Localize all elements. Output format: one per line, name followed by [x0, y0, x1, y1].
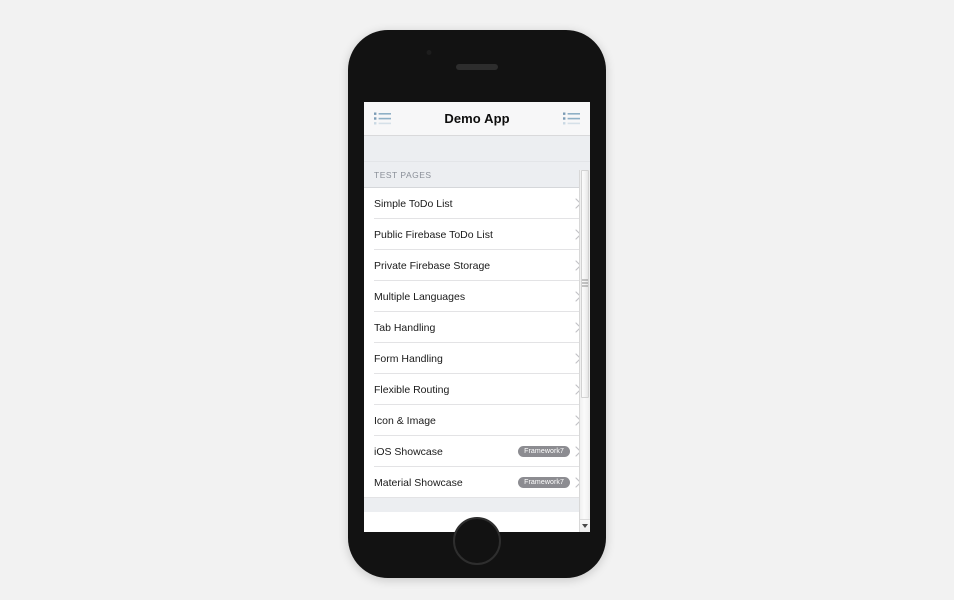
- list-item[interactable]: Material Showcase Framework7: [364, 467, 590, 498]
- list-item[interactable]: Simple ToDo List: [364, 188, 590, 219]
- page-content: TEST PAGES Simple ToDo List Public Fireba…: [364, 136, 590, 532]
- speaker-grill-icon: [456, 64, 498, 70]
- status-badge: Framework7: [518, 445, 570, 458]
- list-item[interactable]: Private Firebase Storage: [364, 250, 590, 281]
- phone-device-frame: Demo App TEST PAGES Simple ToDo List Publ…: [348, 30, 606, 578]
- list-item[interactable]: Form Handling: [364, 343, 590, 374]
- navbar-title: Demo App: [444, 111, 510, 126]
- scrollbar-track[interactable]: [580, 170, 590, 519]
- list-item[interactable]: iOS Showcase Framework7: [364, 436, 590, 467]
- home-button[interactable]: [453, 517, 501, 565]
- list-bars-icon-left[interactable]: [374, 112, 391, 125]
- list-item-label: Icon & Image: [374, 414, 436, 427]
- phone-screen: Demo App TEST PAGES Simple ToDo List Publ…: [364, 102, 590, 532]
- navbar: Demo App: [364, 102, 590, 136]
- list-group-title: TEST PAGES: [364, 162, 590, 188]
- list-item-label: Simple ToDo List: [374, 197, 453, 210]
- list-item-label: Tab Handling: [374, 321, 436, 334]
- list-item-label: Multiple Languages: [374, 290, 466, 303]
- list-item[interactable]: Icon & Image: [364, 405, 590, 436]
- screenshot-stage: Demo App TEST PAGES Simple ToDo List Publ…: [0, 0, 954, 600]
- vertical-scrollbar[interactable]: [579, 170, 590, 532]
- list-item[interactable]: Multiple Languages: [364, 281, 590, 312]
- status-badge: Framework7: [518, 476, 570, 489]
- list-bottom-spacer: [364, 498, 590, 512]
- list-item-label: Private Firebase Storage: [374, 259, 491, 272]
- list-item-label: Form Handling: [374, 352, 443, 365]
- list-item-label: Flexible Routing: [374, 383, 450, 396]
- list-item[interactable]: Public Firebase ToDo List: [364, 219, 590, 250]
- front-camera-icon: [426, 50, 432, 55]
- list-item[interactable]: Flexible Routing: [364, 374, 590, 405]
- scrollbar-down-button[interactable]: [580, 519, 590, 532]
- scrollbar-thumb[interactable]: [581, 170, 589, 398]
- chevron-down-icon: [582, 524, 588, 528]
- test-pages-list: Simple ToDo List Public Firebase ToDo Lis…: [364, 188, 590, 498]
- list-bars-icon-right[interactable]: [563, 112, 580, 125]
- list-item-label: Public Firebase ToDo List: [374, 228, 493, 241]
- list-item[interactable]: Tab Handling: [364, 312, 590, 343]
- scrollbar-grip-icon: [582, 279, 588, 289]
- list-item-label: iOS Showcase: [374, 445, 443, 458]
- list-item-label: Material Showcase: [374, 476, 463, 489]
- pull-to-refresh-zone: [364, 136, 590, 162]
